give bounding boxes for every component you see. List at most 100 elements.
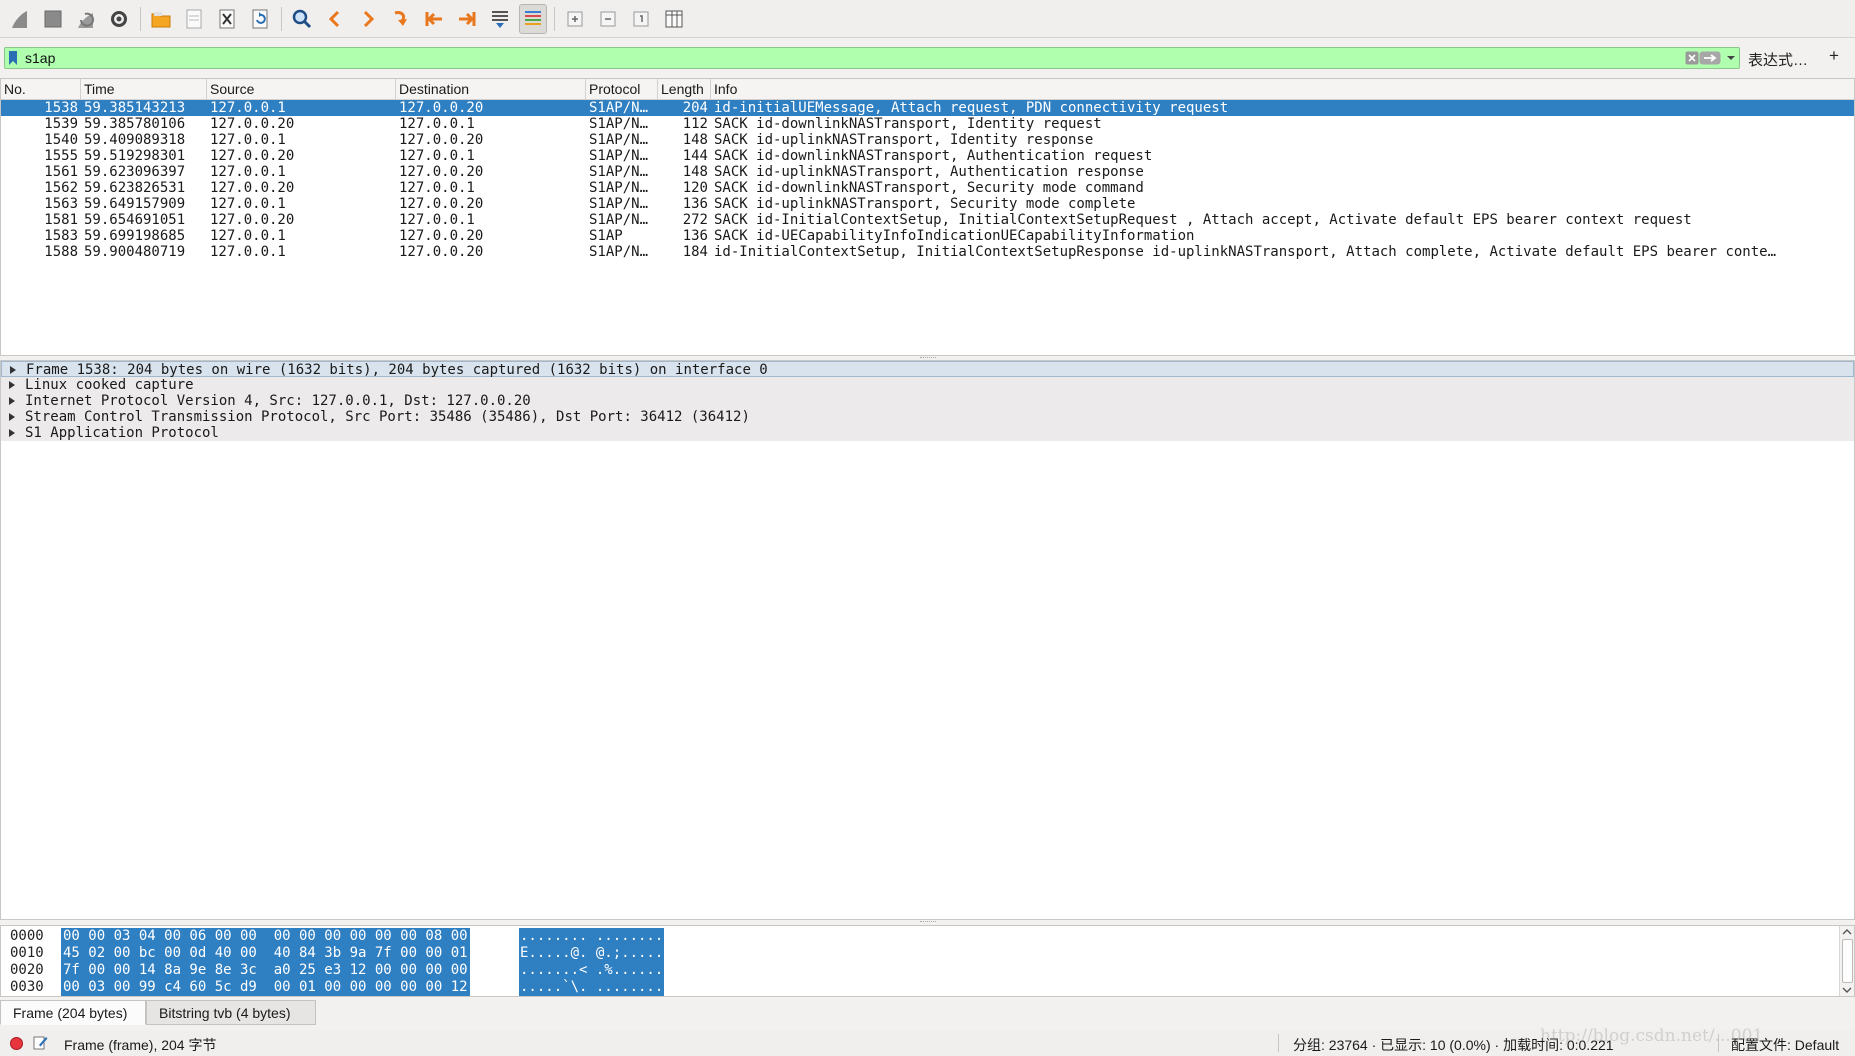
display-filter-input[interactable]: [25, 48, 1675, 68]
close-file-button[interactable]: [213, 4, 241, 34]
byte-row: 0000 00 00 03 04 00 06 00 00 00 00 00 00 …: [1, 928, 1831, 945]
packet-bytes-pane[interactable]: 0000 00 00 03 04 00 06 00 00 00 00 00 00 …: [0, 925, 1855, 997]
detail-tree-item[interactable]: Frame 1538: 204 bytes on wire (1632 bits…: [1, 361, 1854, 378]
detail-tree-item[interactable]: Linux cooked capture: [1, 377, 1854, 393]
stop-capture-button[interactable]: [39, 4, 67, 34]
column-header-source[interactable]: Source: [207, 79, 396, 99]
tab-bitstring-tvb[interactable]: Bitstring tvb (4 bytes): [146, 1000, 316, 1025]
capture-options-button[interactable]: [105, 4, 133, 34]
byte-hex[interactable]: 7f 00 00 14 8a 9e 8e 3c a0 25 e3 12 00 0…: [61, 962, 470, 979]
packet-row[interactable]: 1561 59.623096397 127.0.0.1 127.0.0.20 S1AP/…: [1, 164, 1854, 180]
scrollbar-thumb[interactable]: [1842, 939, 1853, 983]
bytes-scrollbar[interactable]: [1839, 926, 1854, 996]
go-to-packet-button[interactable]: [387, 4, 415, 34]
colorize-lines-icon: [525, 10, 541, 25]
byte-ascii[interactable]: E.....@. @.;.....: [519, 945, 665, 962]
byte-offset: 0030: [10, 979, 44, 995]
start-capture-button[interactable]: [6, 4, 34, 34]
toolbar-separator: [281, 6, 282, 31]
packet-list-pane[interactable]: No. Time Source Destination Protocol Len…: [0, 78, 1855, 356]
column-header-no[interactable]: No.: [1, 79, 81, 99]
zoom-out-button[interactable]: [594, 4, 622, 34]
chevron-down-icon[interactable]: [1726, 52, 1736, 64]
packet-destination: 127.0.0.20: [399, 132, 484, 148]
column-header-protocol[interactable]: Protocol: [586, 79, 658, 99]
display-filter-field[interactable]: [4, 47, 1740, 69]
capture-comment-icon[interactable]: [33, 1034, 48, 1050]
tab-frame-bytes[interactable]: Frame (204 bytes): [0, 1000, 146, 1025]
packet-row[interactable]: 1563 59.649157909 127.0.0.1 127.0.0.20 S1AP/…: [1, 196, 1854, 212]
packet-no: 1563: [44, 196, 78, 212]
packet-row[interactable]: 1581 59.654691051 127.0.0.20 127.0.0.1 S1AP/…: [1, 212, 1854, 228]
packet-info: SACK id-UECapabilityInfoIndicationUECapa…: [714, 228, 1195, 244]
byte-ascii[interactable]: ........ ........: [519, 928, 665, 945]
go-forward-button[interactable]: [354, 4, 382, 34]
go-first-packet-button[interactable]: [420, 4, 448, 34]
auto-scroll-button[interactable]: [486, 4, 514, 34]
column-header-length[interactable]: Length: [658, 79, 711, 99]
packet-details-pane[interactable]: Frame 1538: 204 bytes on wire (1632 bits…: [0, 360, 1855, 920]
toolbar-separator: [140, 6, 141, 31]
apply-filter-arrow-icon[interactable]: [1699, 51, 1721, 65]
packet-destination: 127.0.0.1: [399, 148, 475, 164]
column-header-time[interactable]: Time: [81, 79, 207, 99]
packet-time: 59.385780106: [84, 116, 186, 132]
open-file-button[interactable]: [147, 4, 175, 34]
packet-time: 59.623096397: [84, 164, 186, 180]
packet-row[interactable]: 1562 59.623826531 127.0.0.20 127.0.0.1 S1AP/…: [1, 180, 1854, 196]
byte-hex[interactable]: 00 03 00 99 c4 60 5c d9 00 01 00 00 00 0…: [61, 979, 470, 996]
expand-triangle-icon[interactable]: [9, 429, 15, 437]
save-file-button[interactable]: [180, 4, 208, 34]
first-packet-icon: [425, 11, 442, 26]
packet-row[interactable]: 1555 59.519298301 127.0.0.20 127.0.0.1 S1AP/…: [1, 148, 1854, 164]
packet-no: 1540: [44, 132, 78, 148]
byte-hex[interactable]: 45 02 00 bc 00 0d 40 00 40 84 3b 9a 7f 0…: [61, 945, 470, 962]
zoom-in-button[interactable]: [561, 4, 589, 34]
packet-length: 184: [682, 244, 708, 260]
expression-button[interactable]: 表达式…: [1748, 49, 1808, 70]
packet-row[interactable]: 1538 59.385143213 127.0.0.1 127.0.0.20 S1AP/…: [1, 100, 1854, 116]
expand-triangle-icon[interactable]: [9, 397, 15, 405]
watermark: http://blog.csdn.net/...001: [1540, 1026, 1764, 1046]
column-header-destination[interactable]: Destination: [396, 79, 586, 99]
pane-splitter[interactable]: [920, 921, 936, 924]
packet-row[interactable]: 1539 59.385780106 127.0.0.20 127.0.0.1 S1AP/…: [1, 116, 1854, 132]
colorize-button[interactable]: [519, 3, 547, 34]
resize-columns-button[interactable]: [660, 4, 688, 34]
detail-tree-item[interactable]: Internet Protocol Version 4, Src: 127.0.…: [1, 393, 1854, 409]
reload-file-button[interactable]: [246, 4, 274, 34]
byte-ascii[interactable]: .......< .%......: [519, 962, 665, 979]
packet-protocol: S1AP/N…: [589, 148, 649, 164]
chevron-down-icon[interactable]: [1840, 984, 1854, 996]
expert-info-icon[interactable]: [10, 1037, 23, 1050]
find-packet-button[interactable]: [288, 4, 316, 34]
column-header-info[interactable]: Info: [711, 79, 1854, 99]
detail-tree-item[interactable]: S1 Application Protocol: [1, 425, 1854, 441]
expand-triangle-icon[interactable]: [9, 413, 15, 421]
byte-row: 0020 7f 00 00 14 8a 9e 8e 3c a0 25 e3 12 …: [1, 962, 1831, 979]
clear-filter-icon[interactable]: [1685, 51, 1699, 65]
bookmark-icon[interactable]: [8, 50, 18, 66]
packet-protocol: S1AP/N…: [589, 212, 649, 228]
normal-size-icon: [633, 11, 649, 26]
packet-source: 127.0.0.20: [210, 116, 295, 132]
packet-no: 1555: [44, 148, 78, 164]
byte-hex[interactable]: 00 00 03 04 00 06 00 00 00 00 00 00 00 0…: [61, 928, 470, 945]
go-last-packet-button[interactable]: [453, 4, 481, 34]
packet-row[interactable]: 1540 59.409089318 127.0.0.1 127.0.0.20 S1AP/…: [1, 132, 1854, 148]
byte-row: 0030 00 03 00 99 c4 60 5c d9 00 01 00 00 …: [1, 979, 1831, 996]
packet-protocol: S1AP/N…: [589, 116, 649, 132]
chevron-up-icon[interactable]: [1840, 926, 1854, 938]
byte-ascii[interactable]: .....`\. ........: [519, 979, 665, 996]
add-filter-button[interactable]: +: [1829, 46, 1839, 66]
packet-row[interactable]: 1583 59.699198685 127.0.0.1 127.0.0.20 S1AP 1…: [1, 228, 1854, 244]
detail-tree-item[interactable]: Stream Control Transmission Protocol, Sr…: [1, 409, 1854, 425]
packet-no: 1562: [44, 180, 78, 196]
display-filter-bar: 表达式… +: [0, 45, 1855, 71]
normal-size-button[interactable]: [627, 4, 655, 34]
packet-row[interactable]: 1588 59.900480719 127.0.0.1 127.0.0.20 S1AP/…: [1, 244, 1854, 260]
expand-triangle-icon[interactable]: [10, 366, 16, 374]
expand-triangle-icon[interactable]: [9, 381, 15, 389]
go-back-button[interactable]: [321, 4, 349, 34]
restart-capture-button[interactable]: [72, 4, 100, 34]
